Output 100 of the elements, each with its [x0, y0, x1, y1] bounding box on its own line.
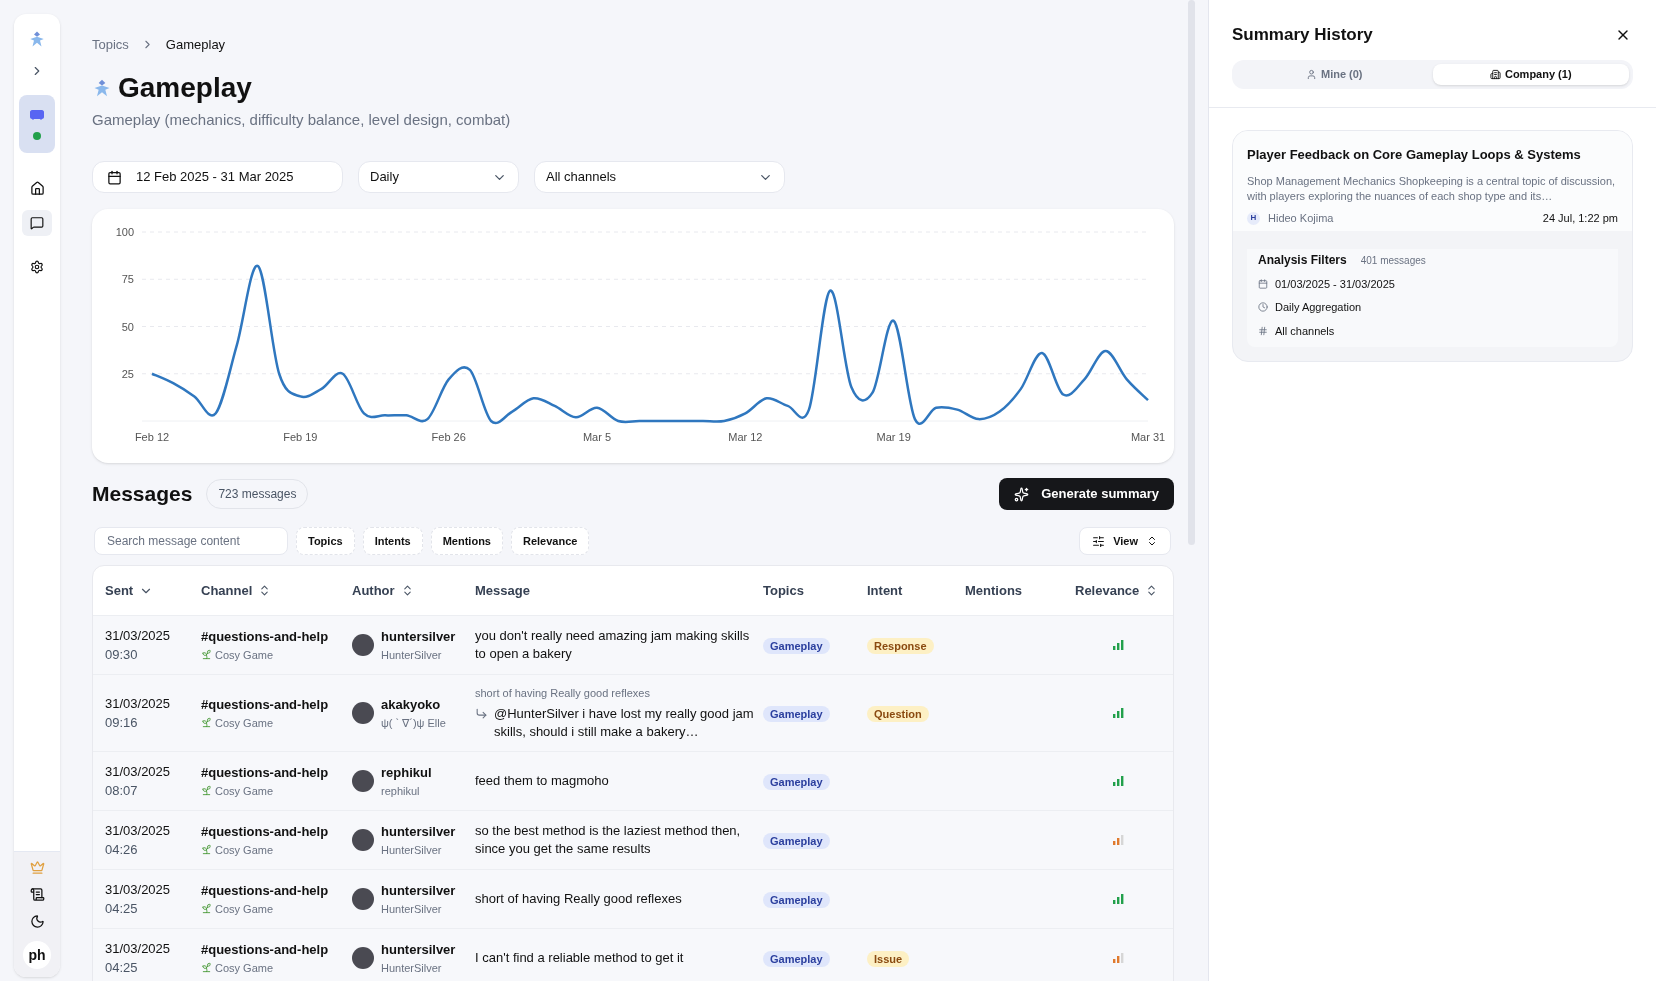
date-icon	[1258, 278, 1268, 289]
author-avatar	[352, 770, 374, 792]
generate-summary-button[interactable]: Generate summary	[999, 478, 1174, 510]
server-name: Cosy Game	[215, 842, 274, 858]
intent-tag: Question	[867, 706, 929, 722]
server-name: Cosy Game	[215, 647, 274, 663]
author-avatar	[352, 888, 374, 910]
filter-chip[interactable]: Relevance	[511, 527, 590, 555]
x-tick-label: Mar 31	[1130, 431, 1166, 443]
date-text: 31/03/2025	[105, 626, 172, 645]
column-header[interactable]: Relevance	[1075, 580, 1140, 601]
topic-tag: Gameplay	[763, 951, 830, 967]
author-handle: HunterSilver	[381, 647, 443, 663]
sparkles-icon	[1014, 486, 1030, 502]
column-header[interactable]: Intent	[867, 580, 903, 601]
author-handle: ψ( ` ∇´)ψ Elle	[381, 715, 446, 731]
date-text: 31/03/2025	[105, 880, 172, 899]
message-text: feed them to magmoho	[475, 772, 609, 790]
time-text: 09:30	[105, 646, 139, 664]
author-name: huntersilver	[381, 823, 456, 841]
author-name: huntersilver	[381, 628, 456, 646]
column-header[interactable]: Author	[352, 580, 395, 601]
author-handle: HunterSilver	[381, 842, 443, 858]
channel-name: #questions-and-help	[201, 696, 330, 714]
y-tick-label: 50	[121, 320, 134, 333]
breadcrumb-link[interactable]: Topics	[92, 35, 129, 55]
user-avatar[interactable]: ph	[23, 941, 51, 969]
message-text: @HunterSilver i have lost my really good jam skills, should i still make a bakery…	[494, 704, 755, 741]
x-tick-label: Feb 26	[431, 431, 466, 443]
sprout-icon	[201, 844, 212, 856]
filter-value: Daily Aggregation	[1275, 300, 1362, 315]
message-text: so the best method is the laziest method then, since you get the same results	[475, 822, 742, 858]
summary-card[interactable]	[1232, 129, 1633, 362]
chat-bubble-icon	[30, 108, 44, 120]
panel-title: Summary History	[1232, 24, 1373, 46]
settings-icon[interactable]	[30, 260, 44, 274]
summary-author: Hideo Kojima	[1268, 211, 1334, 226]
column-header[interactable]: Channel	[201, 580, 253, 601]
channels-dropdown[interactable]: All channels	[534, 161, 785, 193]
reply-context: short of having Really good reflexes	[475, 686, 651, 702]
filter-chip[interactable]: Intents	[362, 527, 423, 555]
topic-tag: Gameplay	[763, 706, 830, 722]
scroll-icon[interactable]	[29, 887, 45, 902]
x-tick-label: Mar 12	[728, 431, 763, 443]
column-header[interactable]: Sent	[105, 580, 134, 601]
time-text: 04:25	[105, 959, 139, 977]
message-text: you don't really need amazing jam making skills to open a bakery	[475, 627, 751, 663]
chat-icon	[30, 216, 44, 230]
column-header[interactable]: Mentions	[965, 580, 1023, 601]
intent-tag: Issue	[867, 951, 910, 967]
sprout-icon	[201, 785, 212, 797]
y-tick-label: 100	[115, 226, 134, 238]
server-button[interactable]	[19, 95, 55, 153]
tab[interactable]: Mine (0)	[1236, 63, 1433, 85]
x-tick-label: Mar 19	[876, 431, 911, 443]
column-header[interactable]: Topics	[763, 580, 804, 601]
moon-icon[interactable]	[29, 914, 45, 929]
message-text: short of having Really good reflexes	[475, 890, 682, 908]
author-avatar	[352, 634, 374, 656]
date-text: 31/03/2025	[105, 821, 172, 840]
aggregation-dropdown[interactable]: Daily	[358, 161, 519, 193]
author-avatar	[352, 947, 374, 969]
server-name: Cosy Game	[215, 960, 274, 976]
home-icon[interactable]	[29, 181, 45, 196]
author-name: rephikul	[381, 764, 432, 782]
x-tick-label: Feb 19	[283, 431, 318, 443]
search-field[interactable]: Search message content	[94, 527, 288, 555]
author-avatar	[352, 829, 374, 851]
server-name: Cosy Game	[215, 901, 274, 917]
calendar-icon	[107, 169, 122, 185]
filters-title: Analysis Filters	[1258, 251, 1347, 269]
author-name: akakyoko	[381, 696, 442, 714]
building-icon	[1489, 68, 1501, 80]
y-tick-label: 75	[121, 273, 134, 286]
sprout-icon	[201, 649, 212, 661]
channel-name: #questions-and-help	[201, 882, 330, 900]
filter-chip[interactable]: Mentions	[430, 527, 503, 555]
author-name: huntersilver	[381, 941, 456, 959]
filter-chip[interactable]: Topics	[296, 527, 355, 555]
channel-name: #questions-and-help	[201, 628, 330, 646]
message-text: I can't find a reliable method to get it	[475, 949, 684, 967]
view-button[interactable]: View	[1079, 527, 1171, 555]
author-initial: H	[1247, 211, 1260, 225]
messages-nav-button[interactable]	[22, 210, 52, 236]
y-tick-label: 25	[121, 367, 134, 380]
tab[interactable]: Company (1)	[1432, 63, 1629, 85]
person-icon	[1305, 68, 1317, 80]
sprout-icon	[201, 962, 212, 974]
date-text: 31/03/2025	[105, 694, 172, 713]
x-tick-label: Feb 12	[134, 431, 170, 443]
column-header[interactable]: Message	[475, 580, 530, 601]
date-range-picker[interactable]: 12 Feb 2025 - 31 Mar 2025	[92, 161, 343, 193]
intent-tag: Response	[867, 638, 934, 654]
breadcrumb-current: Gameplay	[165, 36, 226, 54]
summary-timestamp: 24 Jul, 1:22 pm	[1542, 211, 1618, 226]
topic-tag: Gameplay	[763, 638, 830, 654]
filter-value: All channels	[1275, 323, 1335, 339]
author-name: huntersilver	[381, 882, 456, 900]
sliders-icon	[1092, 534, 1106, 548]
summary-title: Player Feedback on Core Gameplay Loops & Systems	[1247, 145, 1582, 164]
